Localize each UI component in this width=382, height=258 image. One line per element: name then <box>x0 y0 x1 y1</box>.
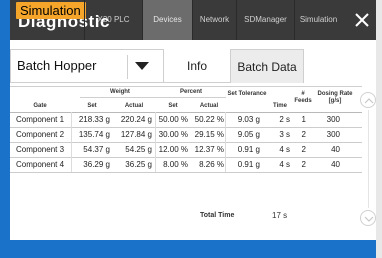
window-frame-right <box>376 0 382 258</box>
window-frame-bottom <box>0 240 382 258</box>
table-row[interactable]: Component 3 54.37 g 54.25 g 12.00 % 12.3… <box>10 144 362 157</box>
cell-tolerance: 0.91 g <box>237 160 260 169</box>
diagnostic-app: Diagnostic Simulation X20 PLC Devices Ne… <box>10 0 376 240</box>
cell-gate: Component 1 <box>16 115 65 124</box>
header-weight: Weight <box>110 89 130 95</box>
row-divider <box>10 127 362 128</box>
header-percent: Percent <box>179 89 202 95</box>
nav-tab-devices[interactable]: Devices <box>142 0 192 40</box>
cell-gate: Component 2 <box>16 130 65 139</box>
table-row[interactable]: Component 1 218.33 g 220.24 g 50.00 % 50… <box>10 114 362 127</box>
cell-weight-actual: 54.25 g <box>125 145 152 154</box>
header-weight-actual: Actual <box>124 103 144 109</box>
cell-weight-actual: 36.25 g <box>125 160 152 169</box>
total-time-value: 17 s <box>272 211 288 220</box>
column-divider <box>225 112 226 172</box>
chevron-down-icon <box>135 62 149 70</box>
cell-tolerance: 0.91 g <box>237 145 260 154</box>
cell-percent-set: 8.00 % <box>163 160 188 169</box>
table-top-border <box>10 86 362 87</box>
chevron-down-icon <box>364 216 374 222</box>
header-time: Time <box>273 103 287 109</box>
cell-percent-actual: 8.26 % <box>199 160 224 169</box>
cell-weight-set: 218.33 g <box>78 115 110 124</box>
cell-dosing-rate: 300 <box>326 130 340 139</box>
cell-weight-actual: 127.84 g <box>120 130 152 139</box>
header-feeds: # Feeds <box>294 91 312 104</box>
cell-weight-set: 54.37 g <box>83 145 110 154</box>
cell-feeds: 2 <box>301 145 306 154</box>
device-dropdown[interactable]: Batch Hopper <box>10 49 164 83</box>
window-frame-left <box>0 0 10 258</box>
row-divider <box>10 142 362 143</box>
nav-tab-network[interactable]: Network <box>192 0 236 40</box>
cell-weight-set: 36.29 g <box>83 160 110 169</box>
cell-tolerance: 9.05 g <box>237 130 260 139</box>
simulation-badge: Simulation <box>16 2 86 19</box>
chevron-up-icon <box>364 98 374 104</box>
cell-time: 2 s <box>279 115 290 124</box>
header-percent-set: Set <box>168 103 178 109</box>
column-divider <box>71 112 72 172</box>
header-dosing-rate: Dosing Rate [g/s] <box>317 91 353 104</box>
tab-batch-data[interactable]: Batch Data <box>230 49 304 83</box>
header-gate: Gate <box>33 103 47 109</box>
cell-dosing-rate: 40 <box>331 160 340 169</box>
close-icon <box>355 13 369 27</box>
total-time-label: Total Time <box>200 212 235 219</box>
cell-percent-actual: 12.37 % <box>194 145 224 154</box>
nav-tab-simulation[interactable]: Simulation <box>294 0 342 40</box>
cell-feeds: 2 <box>301 130 306 139</box>
cell-time: 4 s <box>279 145 290 154</box>
table-row[interactable]: Component 2 135.74 g 127.84 g 30.00 % 29… <box>10 129 362 142</box>
cell-tolerance: 9.03 g <box>237 115 260 124</box>
top-navigation-bar: Diagnostic Simulation X20 PLC Devices Ne… <box>10 0 376 40</box>
cell-percent-actual: 29.15 % <box>194 130 224 139</box>
nav-tab-x20-plc[interactable]: X20 PLC <box>84 0 142 40</box>
dropdown-divider <box>127 55 128 79</box>
column-divider <box>155 112 156 172</box>
cell-gate: Component 3 <box>16 145 65 154</box>
table-row[interactable]: Component 4 36.29 g 36.25 g 8.00 % 8.26 … <box>10 159 362 172</box>
cell-gate: Component 4 <box>16 160 65 169</box>
percent-group-line <box>156 97 226 98</box>
cell-dosing-rate: 300 <box>326 115 340 124</box>
weight-group-line <box>80 97 156 98</box>
header-weight-set: Set <box>87 103 97 109</box>
sub-header: Batch Hopper Info Batch Data <box>10 49 376 83</box>
cell-weight-actual: 220.24 g <box>120 115 152 124</box>
header-bottom-border <box>10 112 362 113</box>
scroll-up-button[interactable] <box>360 92 376 108</box>
tab-info[interactable]: Info <box>164 49 230 83</box>
cell-time: 4 s <box>279 160 290 169</box>
cell-percent-set: 12.00 % <box>158 145 188 154</box>
cell-time: 3 s <box>279 130 290 139</box>
cell-feeds: 2 <box>301 160 306 169</box>
close-button[interactable] <box>350 8 374 32</box>
row-divider <box>10 157 362 158</box>
nav-tab-sdmanager[interactable]: SDManager <box>236 0 294 40</box>
cell-percent-actual: 50.22 % <box>194 115 224 124</box>
dropdown-selected-value: Batch Hopper <box>17 58 97 73</box>
row-divider <box>10 172 362 173</box>
cell-feeds: 1 <box>301 115 306 124</box>
header-set-tolerance: Set Tolerance <box>227 91 267 97</box>
scroll-down-button[interactable] <box>360 210 376 226</box>
scrollbar-track[interactable] <box>368 110 369 208</box>
cell-weight-set: 135.74 g <box>78 130 110 139</box>
cell-percent-set: 30.00 % <box>158 130 188 139</box>
header-percent-actual: Actual <box>199 103 219 109</box>
cell-percent-set: 50.00 % <box>158 115 188 124</box>
cell-dosing-rate: 40 <box>331 145 340 154</box>
